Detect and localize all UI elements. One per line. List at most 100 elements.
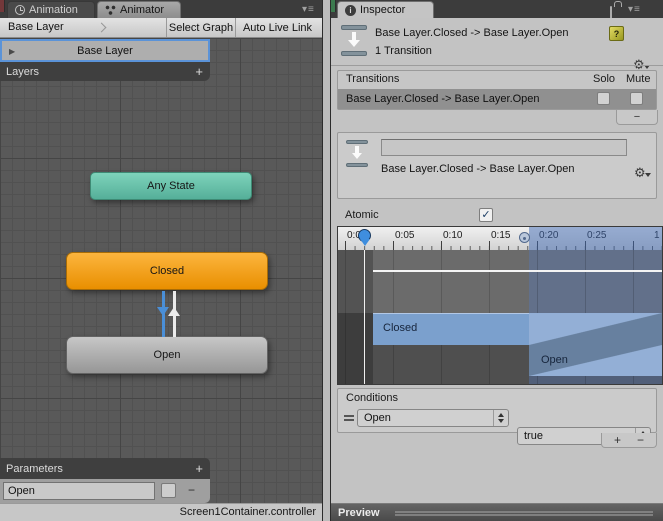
clip-closed-fade-wedge[interactable] xyxy=(529,313,662,345)
any-state-label: Any State xyxy=(147,180,195,192)
transition-detail-box: ⚙ Base Layer.Closed -> Base Layer.Open xyxy=(337,132,657,199)
check-icon: ✓ xyxy=(481,209,491,221)
remove-transition-button[interactable]: − xyxy=(616,110,658,125)
inspector-subtitle: 1 Transition xyxy=(375,45,432,57)
transition-list-item[interactable]: Base Layer.Closed -> Base Layer.Open xyxy=(338,89,656,109)
transition-start-marker[interactable] xyxy=(519,232,530,243)
gear-icon[interactable]: ⚙ xyxy=(634,165,646,180)
clip-bar-closed[interactable]: Closed xyxy=(373,313,529,345)
animator-tab-bar: Animation Animator ▾≡ xyxy=(0,0,322,18)
parameters-header-label: Parameters xyxy=(6,462,63,475)
state-node-closed[interactable]: Closed xyxy=(66,252,268,290)
conditions-title: Conditions xyxy=(346,392,398,404)
tick-label: 0:15 xyxy=(491,230,511,241)
transitions-title: Transitions xyxy=(346,73,400,85)
remove-parameter-button[interactable]: − xyxy=(188,483,195,497)
mute-checkbox[interactable] xyxy=(630,92,643,105)
auto-live-link-label: Auto Live Link xyxy=(242,21,313,34)
parameter-name-input[interactable] xyxy=(3,482,155,500)
condition-value: true xyxy=(524,430,543,442)
header-divider xyxy=(331,65,663,66)
clip-closed-label: Closed xyxy=(383,322,418,334)
tab-animator-label: Animator xyxy=(120,4,165,16)
layers-header: Layers + xyxy=(0,62,210,81)
layer-expand-icon[interactable]: ▶ xyxy=(9,47,15,56)
tick-label: 0:05 xyxy=(395,230,415,241)
breadcrumb-chevron-icon xyxy=(96,22,107,33)
transition-arrow-up-icon[interactable] xyxy=(168,307,180,316)
unity-editor: Animation Animator ▾≡ Base Layer Select … xyxy=(0,0,663,521)
playhead-marker[interactable] xyxy=(358,229,371,246)
track-left-margin xyxy=(338,250,373,384)
minus-icon: − xyxy=(633,111,641,123)
clip-bar-open[interactable]: Open xyxy=(529,345,662,376)
select-graph-button[interactable]: Select Graph xyxy=(166,18,235,37)
parameter-row: − xyxy=(0,479,210,503)
dropdown-arrows-icon xyxy=(493,410,508,426)
conditions-add-remove-bar: + − xyxy=(601,433,657,448)
add-parameter-button[interactable]: + xyxy=(195,458,203,479)
transition-icon xyxy=(346,140,368,167)
closed-state-label: Closed xyxy=(149,265,185,277)
preview-label: Preview xyxy=(338,507,380,519)
transition-name-input[interactable] xyxy=(381,139,627,156)
conditions-box: Conditions Open true xyxy=(337,388,657,445)
parameters-header: Parameters + xyxy=(0,458,210,479)
layer-item-label: Base Layer xyxy=(77,44,133,57)
open-state-label: Open xyxy=(153,349,181,361)
transition-list-item-label: Base Layer.Closed -> Base Layer.Open xyxy=(346,93,540,105)
tab-inspector[interactable]: i Inspector xyxy=(337,1,434,18)
animator-toolbar: Base Layer Select Graph Auto Live Link xyxy=(0,18,322,38)
state-node-open[interactable]: Open xyxy=(66,336,268,374)
preview-drag-lines xyxy=(395,511,653,516)
condition-parameter-dropdown[interactable]: Open xyxy=(357,409,509,427)
condition-parameter-value: Open xyxy=(364,412,391,424)
solo-checkbox[interactable] xyxy=(597,92,610,105)
inspector-menu-icon[interactable]: ▾≡ xyxy=(628,4,641,15)
inspector-title: Base Layer.Closed -> Base Layer.Open xyxy=(375,27,569,39)
panel-menu-icon[interactable]: ▾≡ xyxy=(302,4,315,15)
state-machine-icon xyxy=(105,5,116,15)
inspector-tab-bar: i Inspector ▾≡ xyxy=(331,0,663,20)
remove-condition-button[interactable]: − xyxy=(637,433,644,447)
transition-timeline: 0:00 0:05 0:10 0:15 0:20 0:25 1 Closed O… xyxy=(337,226,663,385)
parameter-value-checkbox[interactable] xyxy=(161,483,176,498)
layer-item-base-layer[interactable]: ▶ Base Layer xyxy=(0,39,210,62)
transitions-list-box: Transitions Solo Mute Base Layer.Closed … xyxy=(337,70,657,110)
info-icon: i xyxy=(345,4,356,16)
tab-animation[interactable]: Animation xyxy=(7,1,95,18)
preview-bar[interactable]: Preview xyxy=(331,503,663,521)
panel-divider[interactable] xyxy=(322,0,331,521)
breadcrumb[interactable]: Base Layer xyxy=(8,21,64,33)
transition-name-field-wrap xyxy=(381,139,627,156)
timeline-track-area[interactable]: Closed Open xyxy=(338,250,662,384)
add-condition-button[interactable]: + xyxy=(614,433,621,447)
atomic-checkbox[interactable]: ✓ xyxy=(479,208,493,222)
tab-animation-label: Animation xyxy=(29,4,78,16)
transition-icon xyxy=(341,25,367,56)
transition-region-highlight xyxy=(529,227,662,250)
layers-header-label: Layers xyxy=(6,65,40,78)
window-edge-decoration xyxy=(0,0,5,12)
tab-animator[interactable]: Animator xyxy=(97,1,181,18)
atomic-label: Atomic xyxy=(345,209,379,221)
state-node-any-state[interactable]: Any State xyxy=(90,172,252,200)
tick-label: 0:10 xyxy=(443,230,463,241)
help-icon[interactable]: ? xyxy=(609,26,624,41)
solo-column-label: Solo xyxy=(593,73,616,85)
animator-status-bar: Screen1Container.controller xyxy=(0,503,322,521)
add-layer-button[interactable]: + xyxy=(195,62,203,81)
mute-column-label: Mute xyxy=(626,73,651,85)
timeline-ruler[interactable]: 0:00 0:05 0:10 0:15 0:20 0:25 1 xyxy=(338,227,662,250)
drag-handle-icon[interactable] xyxy=(344,415,354,421)
clock-icon xyxy=(15,5,25,15)
window-edge-decoration xyxy=(331,0,336,12)
controller-path-label: Screen1Container.controller xyxy=(179,506,316,518)
blend-curve-line xyxy=(373,270,662,272)
transition-detail-label: Base Layer.Closed -> Base Layer.Open xyxy=(381,163,575,175)
tab-inspector-label: Inspector xyxy=(360,4,406,16)
auto-live-link-button[interactable]: Auto Live Link xyxy=(235,18,319,37)
select-graph-label: Select Graph xyxy=(168,21,234,34)
clip-open-label: Open xyxy=(541,354,568,366)
playhead-line[interactable] xyxy=(364,250,365,384)
